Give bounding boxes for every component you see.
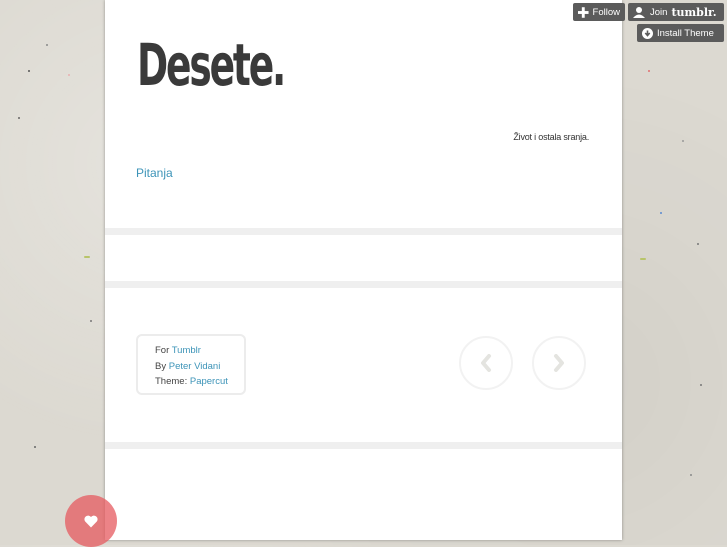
install-theme-button[interactable]: Install Theme bbox=[637, 24, 724, 42]
plus-icon bbox=[578, 6, 589, 18]
theme-credits: For Tumblr By Peter Vidani Theme: Paperc… bbox=[136, 334, 246, 395]
credit-by: By Peter Vidani bbox=[155, 359, 244, 375]
divider bbox=[105, 228, 622, 235]
blog-title[interactable]: Desete. bbox=[137, 36, 286, 94]
join-label: Join bbox=[650, 6, 668, 18]
credit-for: For Tumblr bbox=[155, 343, 244, 359]
nav-link-pitanja[interactable]: Pitanja bbox=[136, 166, 173, 180]
divider bbox=[105, 442, 622, 449]
credit-theme: Theme: Papercut bbox=[155, 374, 244, 390]
join-tumblr-button[interactable]: Join tumblr. bbox=[628, 3, 724, 21]
blog-tagline: Život i ostala sranja. bbox=[513, 132, 589, 142]
chevron-left-icon bbox=[481, 354, 491, 372]
chevron-right-icon bbox=[554, 354, 564, 372]
credit-theme-label: Theme: bbox=[155, 376, 188, 387]
divider bbox=[105, 281, 622, 288]
credit-for-label: For bbox=[155, 345, 170, 356]
tumblr-logo: tumblr. bbox=[671, 5, 717, 19]
theme-link[interactable]: Papercut bbox=[190, 376, 228, 387]
blog-page: Desete. Život i ostala sranja. Pitanja F… bbox=[105, 0, 622, 540]
tumblr-link[interactable]: Tumblr bbox=[172, 345, 201, 356]
next-page-button[interactable] bbox=[532, 336, 586, 390]
credit-by-label: By bbox=[155, 360, 167, 372]
previous-page-button[interactable] bbox=[459, 336, 513, 390]
author-link[interactable]: Peter Vidani bbox=[169, 361, 221, 372]
follow-button[interactable]: Follow bbox=[573, 3, 625, 21]
heart-icon bbox=[84, 515, 98, 527]
user-icon bbox=[633, 6, 645, 18]
install-theme-label: Install Theme bbox=[657, 27, 714, 39]
follow-label: Follow bbox=[592, 6, 620, 18]
like-button[interactable] bbox=[65, 495, 117, 547]
download-icon bbox=[642, 27, 653, 39]
